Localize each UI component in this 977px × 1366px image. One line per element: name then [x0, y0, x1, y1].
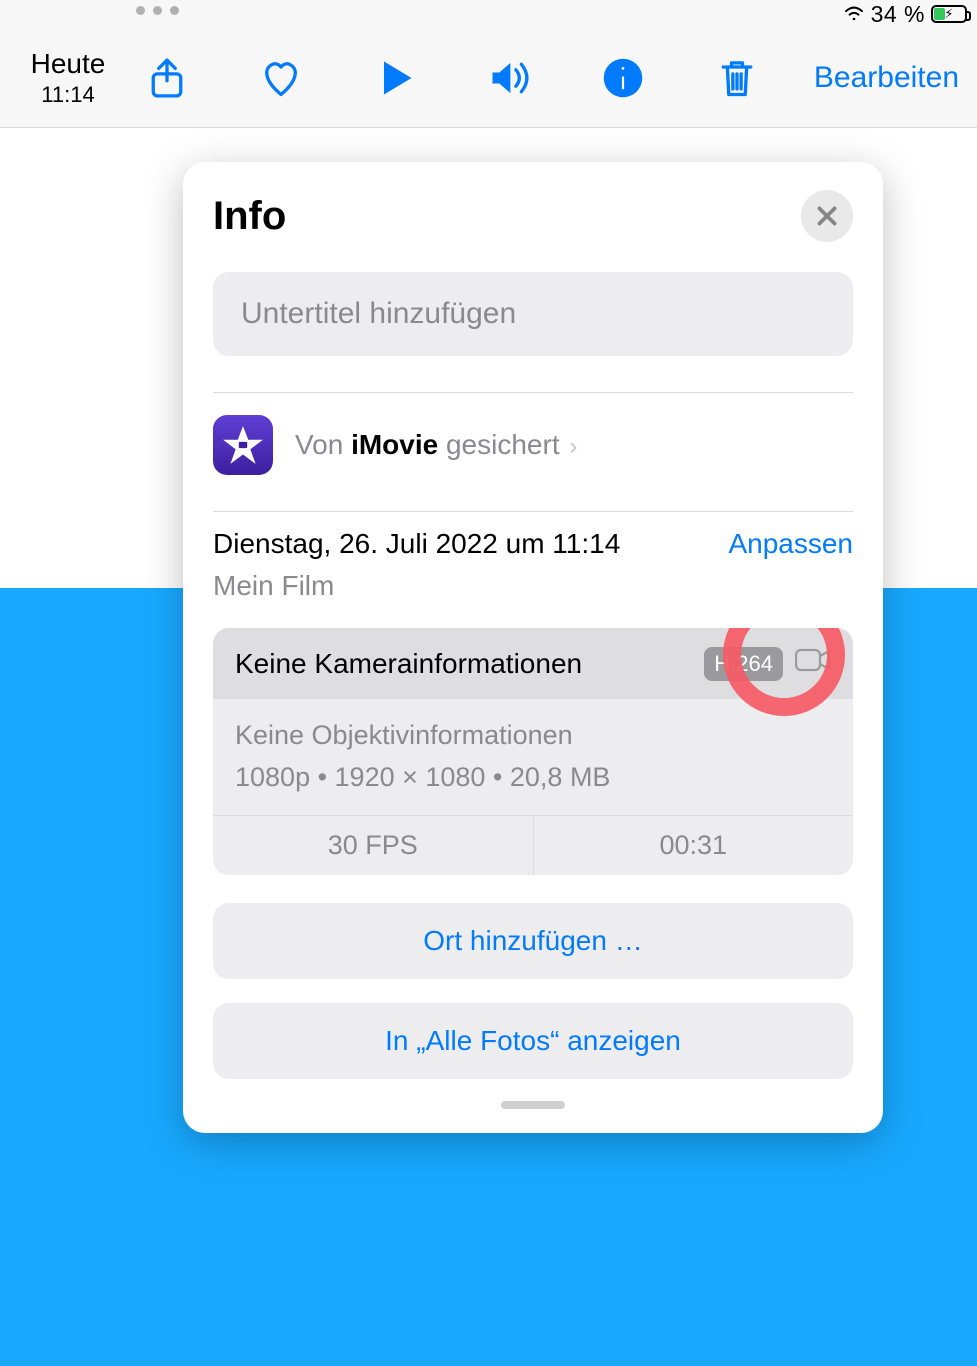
caption-placeholder: Untertitel hinzufügen [241, 297, 516, 331]
play-icon[interactable] [370, 53, 420, 103]
show-in-all-photos-button[interactable]: In „Alle Fotos“ anzeigen [213, 1003, 853, 1079]
close-button[interactable] [801, 190, 853, 242]
heart-icon[interactable] [256, 53, 306, 103]
battery-percentage: 34 % [871, 1, 925, 28]
status-bar: 34 % ⚡︎ [0, 0, 977, 28]
codec-badge: H.264 [704, 647, 783, 681]
panel-title: Info [213, 194, 286, 239]
spec-line: 1080p • 1920 × 1080 • 20,8 MB [235, 757, 831, 799]
close-icon [814, 203, 840, 229]
imovie-app-icon [213, 415, 273, 475]
chevron-right-icon: › [569, 433, 577, 460]
capture-date: Dienstag, 26. Juli 2022 um 11:14 [213, 528, 620, 560]
camera-info: Keine Kamerainformationen [235, 648, 582, 680]
share-icon[interactable] [142, 53, 192, 103]
video-camera-icon [795, 646, 831, 681]
info-icon[interactable] [598, 53, 648, 103]
info-panel: Info Untertitel hinzufügen Von iMovie ge… [183, 162, 883, 1133]
toolbar: Heute 11:14 Bearbeiten [0, 28, 977, 128]
edit-button[interactable]: Bearbeiten [814, 61, 959, 95]
multitask-dots-icon [136, 6, 179, 15]
trash-icon[interactable] [712, 53, 762, 103]
adjust-button[interactable]: Anpassen [728, 528, 853, 560]
date-time-label: Heute 11:14 [18, 48, 118, 108]
wifi-icon [843, 4, 865, 25]
saved-from-label: Von iMovie gesichert › [295, 429, 577, 461]
caption-input[interactable]: Untertitel hinzufügen [213, 272, 853, 356]
file-name: Mein Film [213, 570, 620, 602]
saved-from-row[interactable]: Von iMovie gesichert › [183, 393, 883, 475]
add-location-button[interactable]: Ort hinzufügen … [213, 903, 853, 979]
speaker-icon[interactable] [484, 53, 534, 103]
sheet-grabber[interactable] [501, 1101, 565, 1109]
battery-icon: ⚡︎ [931, 5, 967, 23]
lens-info: Keine Objektivinformationen [235, 715, 831, 757]
fps-label: 30 FPS [213, 816, 534, 875]
duration-label: 00:31 [534, 816, 854, 875]
metadata-box: Keine Kamerainformationen H.264 Keine Ob… [213, 628, 853, 875]
